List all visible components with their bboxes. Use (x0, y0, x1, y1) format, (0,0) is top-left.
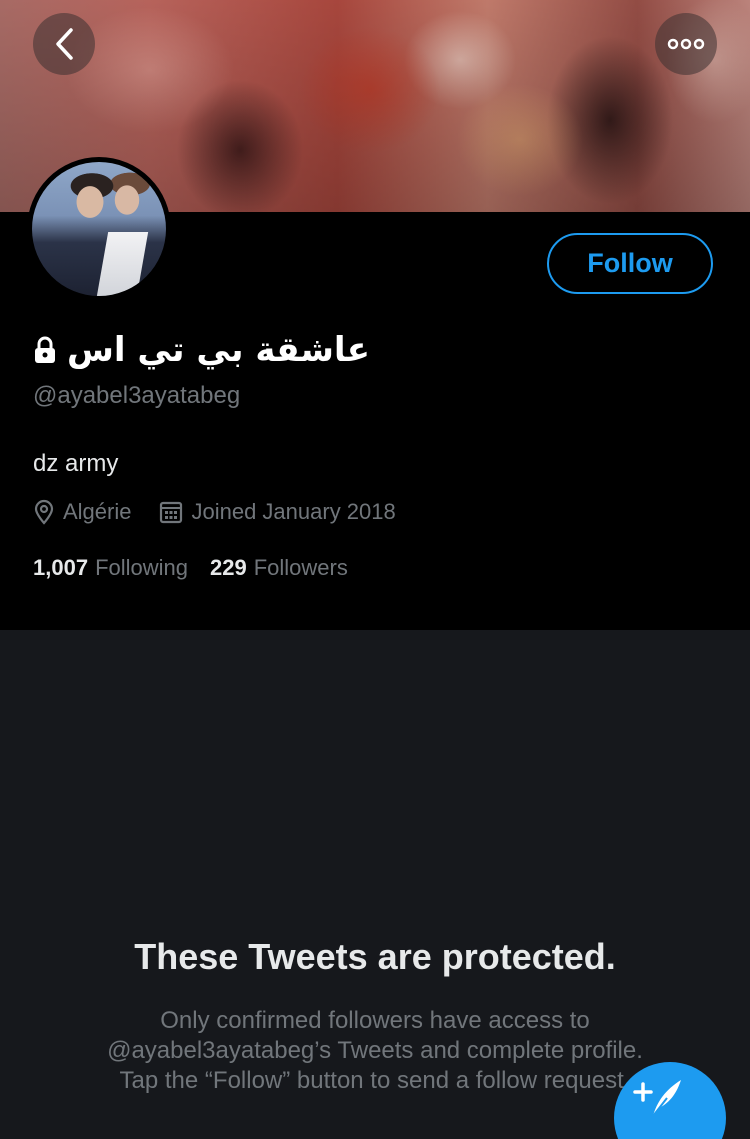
join-date-text: Joined January 2018 (191, 499, 396, 524)
bio-text: dz army (33, 450, 119, 477)
compose-tweet-icon (633, 1080, 681, 1117)
followers-count: 229 (210, 555, 247, 580)
protected-tweets-notice: These Tweets are protected. Only confirm… (0, 630, 750, 1139)
following-stat[interactable]: 1,007 Following (33, 555, 188, 581)
display-name: عاشقة بي تي اس (67, 330, 370, 370)
protected-title: These Tweets are protected. (134, 936, 616, 977)
avatar[interactable] (27, 157, 171, 301)
follow-stats: 1,007 Following 229 Followers (33, 555, 348, 581)
protected-line-1: Only confirmed followers have access to (160, 1007, 590, 1034)
profile-screen: Follow عاشقة بي تي اس @ayabel3ayatabeg d… (0, 0, 750, 1139)
location: Algérie (33, 499, 131, 525)
join-date: Joined January 2018 (159, 499, 396, 525)
user-handle: @ayabel3ayatabeg (33, 382, 241, 409)
protected-description: Only confirmed followers have access to … (40, 1006, 710, 1096)
back-button[interactable] (33, 13, 95, 75)
calendar-icon (160, 501, 183, 524)
profile-header: Follow عاشقة بي تي اس @ayabel3ayatabeg d… (0, 157, 750, 630)
following-count: 1,007 (33, 555, 89, 580)
followers-stat[interactable]: 229 Followers (210, 555, 348, 581)
follow-button[interactable]: Follow (547, 233, 713, 294)
protected-line-2: @ayabel3ayatabeg’s Tweets and complete p… (107, 1037, 643, 1064)
profile-meta: Algérie Joined January 2018 (33, 499, 396, 525)
following-label: Following (95, 555, 188, 580)
more-horizontal-icon (667, 38, 705, 50)
location-pin-icon (34, 499, 54, 525)
followers-label: Followers (253, 555, 348, 580)
avatar-image (32, 162, 166, 296)
protected-line-3: Tap the “Follow” button to send a follow… (119, 1067, 631, 1094)
more-options-button[interactable] (655, 13, 717, 75)
display-name-row: عاشقة بي تي اس (33, 330, 370, 370)
chevron-left-icon (56, 28, 73, 60)
lock-icon (35, 336, 55, 363)
location-text: Algérie (63, 499, 132, 524)
